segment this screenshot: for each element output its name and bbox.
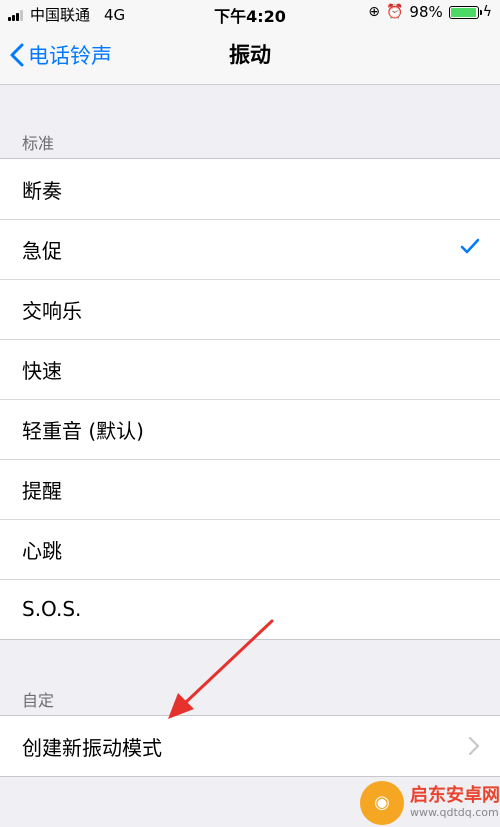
vibration-option-label: 断奏 (22, 178, 62, 203)
vibration-option-label: 快速 (22, 358, 62, 383)
page-title: 振动 (229, 43, 271, 67)
watermark: ◉ 启东安卓网 www.qdtdq.com (360, 778, 500, 827)
vibration-option[interactable]: 急促 (0, 219, 500, 279)
vibration-option[interactable]: 断奏 (0, 159, 500, 219)
status-bar: 中国联通 4G 下午4:20 ⊕ ⏰ 98% ϟ (0, 0, 500, 26)
custom-vibration-list: 创建新振动模式 (0, 715, 500, 777)
vibration-option-label: 提醒 (22, 478, 62, 503)
charging-icon: ϟ (482, 4, 492, 20)
vibration-option[interactable]: 提醒 (0, 459, 500, 519)
watermark-text: 启东安卓网 www.qdtdq.com (410, 784, 500, 820)
navigation-bar: 电话铃声 振动 (0, 26, 500, 85)
vibration-option[interactable]: 心跳 (0, 519, 500, 579)
vibration-option-label: 心跳 (22, 538, 62, 563)
create-vibration-row[interactable]: 创建新振动模式 (0, 716, 500, 776)
watermark-logo-icon: ◉ (360, 780, 404, 825)
checkmark-icon (460, 238, 480, 254)
standard-vibration-list: 断奏 急促 交响乐 快速 轻重音 (默认) 提醒 心跳 S.O.S. (0, 158, 500, 640)
alarm-icon: ⏰ (385, 4, 404, 20)
battery-percent: 98% (409, 3, 443, 21)
vibration-option-label: S.O.S. (22, 597, 82, 621)
chevron-right-icon (468, 736, 480, 756)
create-vibration-label: 创建新振动模式 (22, 735, 162, 760)
vibration-option[interactable]: 快速 (0, 339, 500, 399)
vibration-option[interactable]: 交响乐 (0, 279, 500, 339)
section-header-custom: 自定 (22, 691, 55, 710)
watermark-url: www.qdtdq.com (410, 805, 499, 819)
screen: 中国联通 4G 下午4:20 ⊕ ⏰ 98% ϟ 电话铃声 振动 标准 断奏 急… (0, 0, 500, 827)
vibration-option-label: 急促 (22, 238, 62, 263)
battery-fill (450, 7, 477, 17)
section-header-standard: 标准 (22, 134, 55, 153)
vibration-option-label: 交响乐 (22, 298, 82, 323)
battery-icon (448, 5, 482, 19)
vibration-option[interactable]: S.O.S. (0, 579, 500, 639)
vibration-option[interactable]: 轻重音 (默认) (0, 399, 500, 459)
watermark-title: 启东安卓网 (410, 784, 500, 806)
orientation-lock-icon: ⊕ (368, 4, 380, 20)
status-right: ⊕ ⏰ 98% ϟ (368, 3, 492, 21)
vibration-option-label: 轻重音 (默认) (22, 418, 144, 443)
